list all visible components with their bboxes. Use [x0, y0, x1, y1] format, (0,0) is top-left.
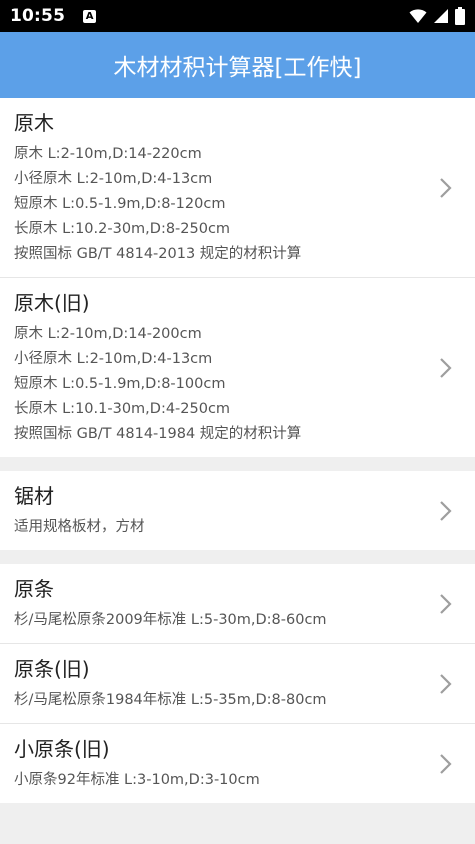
list-item[interactable]: 原条(旧) 杉/马尾松原条1984年标准 L:5-35m,D:8-80cm	[0, 644, 475, 724]
battery-icon	[455, 7, 465, 25]
list-item[interactable]: 原木原木 L:2-10m,D:14-220cm 小径原木 L:2-10m,D:4-…	[0, 98, 475, 278]
chevron-right-icon	[440, 753, 452, 774]
list-item-description: 短原木 L:0.5-1.9m,D:8-100cm	[14, 376, 226, 392]
chevron-right-icon	[440, 357, 452, 378]
list-item-description: 杉/马尾松原条1984年标准 L:5-35m,D:8-80cm	[14, 692, 327, 708]
section-divider	[0, 457, 475, 471]
app-title: 木材材积计算器[工作快]	[113, 55, 362, 81]
calculator-list: 原木原木 L:2-10m,D:14-220cm 小径原木 L:2-10m,D:4-…	[0, 98, 475, 803]
list-item[interactable]: 小原条(旧) 小原条92年标准 L:3-10m,D:3-10cm	[0, 724, 475, 803]
list-item-title: 原条	[14, 577, 54, 601]
list-item-description: 长原木 L:10.1-30m,D:4-250cm	[14, 401, 231, 417]
chevron-right-icon	[440, 593, 452, 614]
list-item[interactable]: 原木(旧) 原木 L:2-10m,D:14-200cm 小径原木 L:2-10m,D…	[0, 278, 475, 457]
signal-icon	[434, 9, 448, 23]
list-item-description: 原木 L:2-10m,D:14-220cm	[14, 146, 202, 162]
list-item-description: 小径原木 L:2-10m,D:4-13cm	[14, 171, 213, 187]
list-item-description: 小径原木 L:2-10m,D:4-13cm	[14, 351, 213, 367]
list-item-title: 小原条(旧)	[14, 737, 110, 761]
list-item[interactable]: 锯材适用规格板材，方材	[0, 471, 475, 550]
wifi-icon	[409, 9, 427, 23]
list-section: 锯材适用规格板材，方材	[0, 471, 475, 550]
list-item[interactable]: 原条杉/马尾松原条2009年标准 L:5-30m,D:8-60cm	[0, 564, 475, 644]
list-item-title: 原条(旧)	[14, 657, 90, 681]
list-item-description: 小原条92年标准 L:3-10m,D:3-10cm	[14, 772, 260, 788]
list-item-title: 原木(旧)	[14, 291, 90, 315]
status-bar: 10:55 A	[0, 0, 475, 32]
list-section: 原条杉/马尾松原条2009年标准 L:5-30m,D:8-60cm 原条(旧) 杉/…	[0, 564, 475, 803]
list-item-title: 原木	[14, 111, 54, 135]
app-bar: 木材材积计算器[工作快]	[0, 32, 475, 98]
list-item-title: 锯材	[14, 484, 54, 508]
chevron-right-icon	[440, 673, 452, 694]
list-item-description: 短原木 L:0.5-1.9m,D:8-120cm	[14, 196, 226, 212]
list-item-description: 按照国标 GB/T 4814-2013 规定的材积计算	[14, 246, 302, 262]
list-item-description: 按照国标 GB/T 4814-1984 规定的材积计算	[14, 426, 302, 442]
list-section: 原木原木 L:2-10m,D:14-220cm 小径原木 L:2-10m,D:4-…	[0, 98, 475, 457]
chevron-right-icon	[440, 177, 452, 198]
list-item-description: 杉/马尾松原条2009年标准 L:5-30m,D:8-60cm	[14, 612, 327, 628]
notification-a-icon: A	[83, 9, 97, 23]
list-item-description: 原木 L:2-10m,D:14-200cm	[14, 326, 202, 342]
list-item-description: 长原木 L:10.2-30m,D:8-250cm	[14, 221, 231, 237]
status-time: 10:55	[10, 6, 66, 26]
chevron-right-icon	[440, 500, 452, 521]
list-item-description: 适用规格板材，方材	[14, 519, 145, 535]
section-divider	[0, 550, 475, 564]
